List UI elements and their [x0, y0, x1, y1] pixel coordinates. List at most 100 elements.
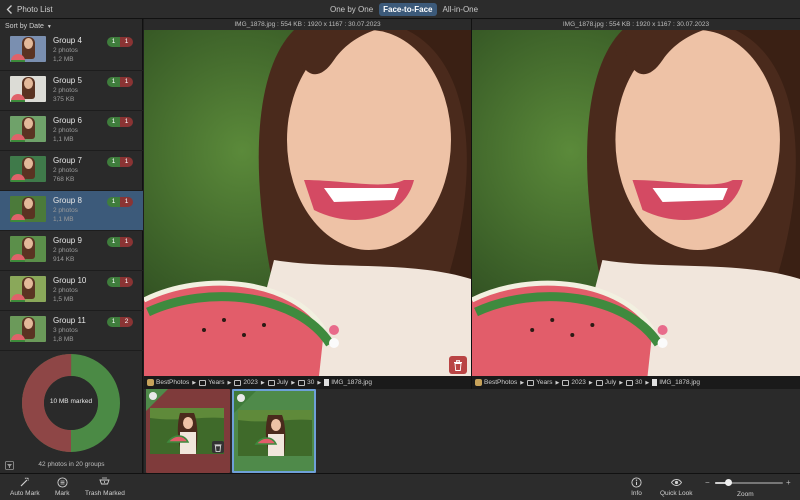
keep-count-badge: 1	[107, 197, 120, 207]
app-icon	[475, 379, 482, 386]
keep-count-badge: 1	[107, 157, 120, 167]
group-thumbnail	[10, 76, 46, 102]
group-badges: 11	[107, 157, 133, 167]
film-thumb-image	[238, 410, 312, 456]
left-photo-info: IMG_1878.jpg : 554 KB : 1920 x 1167 : 30…	[144, 19, 471, 30]
zoom-knob[interactable]	[725, 479, 733, 486]
path-year[interactable]: 2023	[243, 379, 257, 386]
group-thumbnail	[10, 156, 46, 182]
group-details: 2 photos 1,5 MB	[53, 287, 78, 304]
best-photo-icon	[149, 392, 157, 400]
auto-mark-label: Auto Mark	[10, 490, 40, 497]
sort-label: Sort by Date	[5, 23, 44, 30]
group-row[interactable]: Group 9 2 photos 914 KB 1 1	[0, 231, 143, 271]
group-count: 2 photos	[53, 247, 78, 254]
path-years[interactable]: Years	[536, 379, 552, 386]
path-arrow-icon: ▶	[227, 379, 232, 386]
group-thumbnail	[10, 236, 46, 262]
group-row[interactable]: Group 4 2 photos 1,2 MB 1 1	[0, 31, 143, 71]
trash-photo-button[interactable]	[449, 356, 467, 374]
auto-mark-button[interactable]: Auto Mark	[10, 477, 40, 497]
trash-count-badge: 1	[120, 237, 133, 247]
photo-right[interactable]	[472, 30, 800, 376]
zoom-slider[interactable]: − +	[705, 478, 793, 488]
path-month[interactable]: July	[605, 379, 617, 386]
trash-tray-icon	[99, 477, 111, 485]
path-day[interactable]: 30	[635, 379, 642, 386]
view-mode-switcher: One by One Face-to-Face All-in-One	[326, 3, 482, 16]
group-row[interactable]: Group 7 2 photos 768 KB 1 1	[0, 151, 143, 191]
mark-button[interactable]: Mark	[55, 477, 69, 497]
path-file[interactable]: IMG_1878.jpg	[659, 379, 700, 386]
marked-size-label: 10 MB marked	[49, 398, 93, 405]
group-thumbnail	[10, 196, 46, 222]
keep-count-badge: 1	[107, 37, 120, 47]
folder-icon	[199, 379, 207, 386]
film-thumb-selected[interactable]	[232, 389, 316, 473]
path-arrow-icon: ▶	[317, 379, 322, 386]
path-root[interactable]: BestPhotos	[484, 379, 517, 386]
path-day[interactable]: 30	[307, 379, 314, 386]
path-file[interactable]: IMG_1878.jpg	[331, 379, 372, 386]
best-photo-icon	[237, 394, 245, 402]
photo-left[interactable]	[144, 30, 471, 376]
group-row[interactable]: Group 8 2 photos 1,1 MB 1 1	[0, 191, 143, 231]
path-arrow-icon: ▶	[588, 379, 593, 386]
group-size: 768 KB	[53, 175, 75, 183]
quick-look-label: Quick Look	[660, 490, 693, 497]
zoom-in-icon[interactable]: +	[786, 478, 791, 487]
path-root[interactable]: BestPhotos	[156, 379, 189, 386]
path-month[interactable]: July	[277, 379, 289, 386]
group-badges: 11	[107, 117, 133, 127]
trash-count-badge: 1	[120, 37, 133, 47]
group-row[interactable]: Group 11 3 photos 1,8 MB 1 2	[0, 311, 143, 351]
document-icon	[652, 379, 658, 386]
compare-pane-left[interactable]: IMG_1878.jpg : 554 KB : 1920 x 1167 : 30…	[144, 19, 471, 376]
group-name: Group 5	[53, 76, 82, 85]
info-icon	[631, 477, 642, 488]
group-size: 1,8 MB	[53, 335, 74, 343]
trash-count-badge: 1	[120, 277, 133, 287]
document-icon	[324, 379, 330, 386]
compare-pane-right[interactable]: IMG_1878.jpg : 554 KB : 1920 x 1167 : 30…	[472, 19, 800, 376]
top-bar: Photo List One by One Face-to-Face All-i…	[0, 0, 800, 19]
back-label: Photo List	[17, 5, 53, 14]
group-row[interactable]: Group 10 2 photos 1,5 MB 1 1	[0, 271, 143, 311]
group-badges: 11	[107, 37, 133, 47]
zoom-out-icon[interactable]: −	[705, 478, 710, 487]
group-count: 2 photos	[53, 207, 78, 214]
group-row[interactable]: Group 6 2 photos 1,1 MB 1 1	[0, 111, 143, 151]
path-years[interactable]: Years	[208, 379, 224, 386]
keep-count-badge: 1	[107, 317, 120, 327]
mode-face-to-face[interactable]: Face-to-Face	[379, 3, 437, 16]
group-details: 2 photos 1,1 MB	[53, 207, 78, 224]
group-count: 2 photos	[53, 47, 78, 54]
group-count: 2 photos	[53, 127, 78, 134]
group-badges: 11	[107, 237, 133, 247]
group-thumbnail	[10, 116, 46, 142]
path-arrow-icon: ▶	[192, 379, 197, 386]
group-details: 2 photos 768 KB	[53, 167, 78, 184]
filmstrip	[144, 389, 800, 473]
keep-count-badge: 1	[107, 277, 120, 287]
path-arrow-icon: ▶	[555, 379, 560, 386]
path-year[interactable]: 2023	[571, 379, 585, 386]
back-button[interactable]: Photo List	[6, 3, 53, 16]
folder-icon	[527, 379, 535, 386]
trash-count-badge: 1	[120, 157, 133, 167]
mode-all-in-one[interactable]: All-in-One	[439, 3, 483, 16]
zoom-label: Zoom	[737, 491, 754, 498]
film-thumb-marked[interactable]	[146, 389, 230, 473]
mode-one-by-one[interactable]: One by One	[326, 3, 377, 16]
group-details: 2 photos 1,2 MB	[53, 47, 78, 64]
trash-marked-button[interactable]: Trash Marked	[85, 477, 125, 497]
folder-icon	[234, 379, 242, 386]
group-badges: 11	[107, 277, 133, 287]
group-list: Group 42 photos 1,2 MB 1 1 Group 52 photos 37…	[0, 31, 143, 351]
group-row[interactable]: Group 5 2 photos 375 KB 1 1	[0, 71, 143, 111]
info-button[interactable]: Info	[631, 477, 642, 497]
group-name: Group 4	[53, 36, 82, 45]
path-arrow-icon: ▶	[619, 379, 624, 386]
quick-look-button[interactable]: Quick Look	[660, 477, 693, 497]
photo-stat: 42 photos in 20 groups	[38, 461, 105, 468]
